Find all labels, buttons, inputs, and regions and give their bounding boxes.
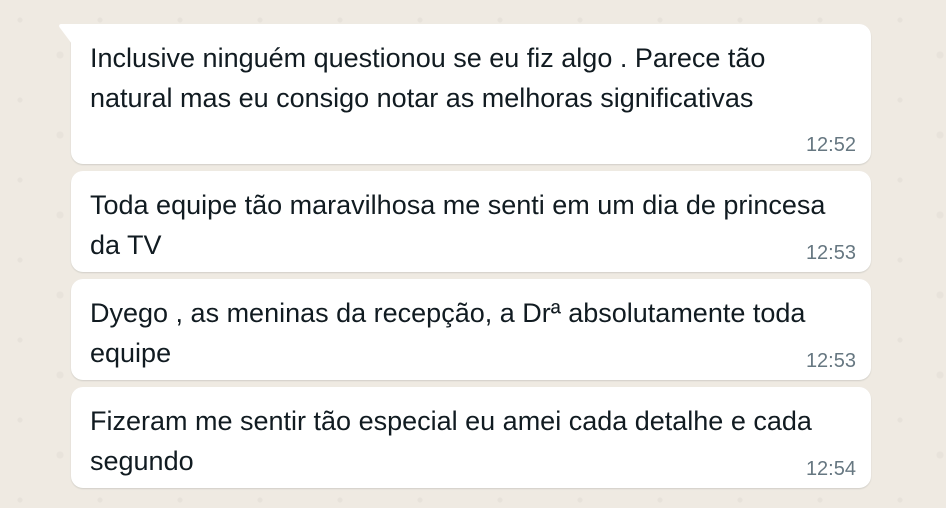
message-timestamp: 12:53 [805, 350, 856, 372]
message-timestamp: 12:52 [805, 134, 856, 156]
message-timestamp: 12:54 [805, 458, 856, 480]
message-bubble[interactable]: Dyego , as meninas da recepção, a Drª ab… [71, 279, 871, 380]
message-bubble[interactable]: Toda equipe tão maravilhosa me senti em … [71, 171, 871, 272]
message-bubble[interactable]: Fizeram me sentir tão especial eu amei c… [71, 387, 871, 488]
message-timestamp: 12:53 [805, 242, 856, 264]
bubble-tail-icon [59, 24, 72, 44]
message-bubble[interactable]: Inclusive ninguém questionou se eu fiz a… [59, 24, 871, 164]
message-text: Toda equipe tão maravilhosa me senti em … [90, 190, 826, 260]
message-text: Dyego , as meninas da recepção, a Drª ab… [90, 298, 806, 368]
chat-message-list[interactable]: Inclusive ninguém questionou se eu fiz a… [0, 0, 946, 508]
message-text: Inclusive ninguém questionou se eu fiz a… [90, 43, 766, 113]
message-text: Fizeram me sentir tão especial eu amei c… [90, 406, 812, 476]
